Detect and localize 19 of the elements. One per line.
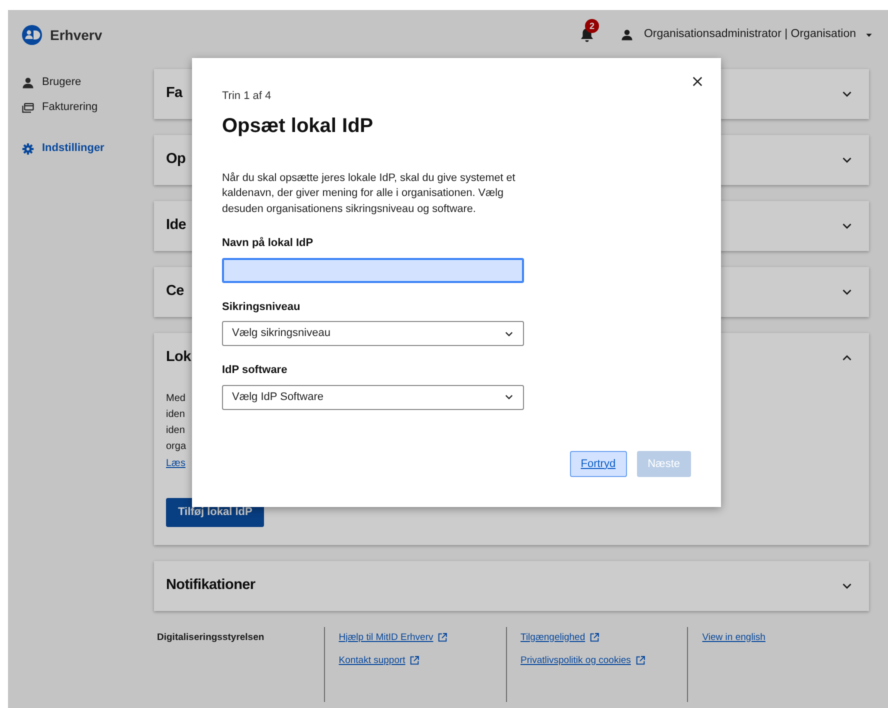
body-text: orga <box>166 440 186 454</box>
accordion-title: Lok <box>166 348 191 368</box>
modal-title: Opsæt lokal IdP <box>222 114 374 138</box>
field-label: Navn på lokal IdP <box>222 236 314 251</box>
accordion-title: Op <box>166 150 186 170</box>
accordion-title: Ide <box>166 216 186 236</box>
accordion-title: Notifikationer <box>166 576 256 595</box>
field-label: Sikringsniveau <box>222 300 302 314</box>
organisation-name: Digitaliseringsstyrelsen <box>157 630 266 644</box>
body-text: Med <box>166 392 186 406</box>
description-text: Når du skal opsætte jeres lokale IdP, skal du give systemet et kaldenavn, der giver mening for alle i organisationen. Vælg desuden organisationens sikringsniveau og software. <box>222 170 516 216</box>
body-text: iden <box>166 424 185 438</box>
step-indicator: Trin 1 af 4 <box>222 89 272 104</box>
body-text: iden <box>166 408 185 422</box>
accordion-title: Fa <box>166 84 182 104</box>
notification-count: 2 <box>584 19 599 33</box>
user-label: Organisationsadministrator | Organisation <box>644 27 856 42</box>
accordion-title: Ce <box>166 282 184 302</box>
field-label: IdP software <box>222 363 288 378</box>
